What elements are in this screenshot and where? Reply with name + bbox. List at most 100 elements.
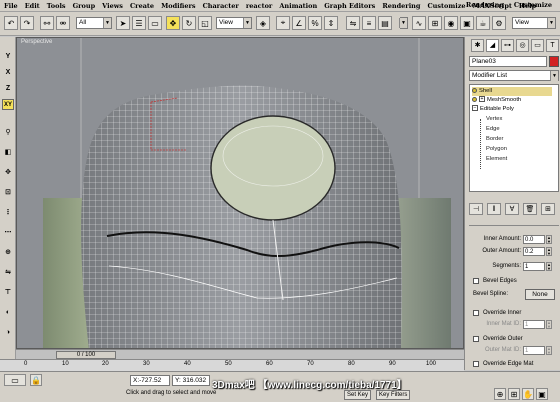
select-region-icon[interactable]: ▭ <box>148 16 162 30</box>
stack-item-editable-poly[interactable]: − Editable Poly <box>472 105 514 114</box>
hierarchy-tab-icon[interactable]: ⊶ <box>501 39 514 52</box>
configure-sets-icon[interactable]: ⊞ <box>541 203 555 215</box>
spinner-snap-icon[interactable]: ⇕ <box>324 16 338 30</box>
time-slider[interactable]: 0 / 100 <box>56 351 116 359</box>
stack-sub-element[interactable]: Element <box>486 155 507 164</box>
reference-coord-dropdown[interactable]: View ▼ <box>216 17 252 29</box>
unlink-icon[interactable]: ⚮ <box>56 16 70 30</box>
stack-item-shell[interactable]: Shell <box>472 87 552 96</box>
move-icon[interactable]: ✥ <box>166 16 180 30</box>
stack-sub-polygon[interactable]: Polygon <box>486 145 507 154</box>
move-tool-icon[interactable]: ✥ <box>2 167 14 178</box>
menu-tools[interactable]: Tools <box>47 2 66 10</box>
utilities-tab-icon[interactable]: T <box>546 39 559 52</box>
render-tool-icon[interactable]: ◑ <box>2 327 14 338</box>
render-setup-icon[interactable]: ▣ <box>460 16 474 30</box>
axis-x-button[interactable]: X <box>2 67 14 78</box>
zoom-icon[interactable]: ⊕ <box>494 388 506 400</box>
menu-customize-2[interactable]: Customize <box>514 1 552 9</box>
key-filters-button[interactable]: Key Filters <box>376 390 411 400</box>
angle-snap-icon[interactable]: ∠ <box>292 16 306 30</box>
segments-field[interactable]: 1 <box>523 262 545 271</box>
inner-mat-id-spinner-icon[interactable]: ▲ ▼ <box>546 320 552 329</box>
modifier-list-dropdown[interactable]: Modifier List ▼ <box>469 70 559 81</box>
align-tool-icon[interactable]: ⊤ <box>2 287 14 298</box>
outer-amount-field[interactable]: 0.2 <box>523 247 545 256</box>
motion-tab-icon[interactable]: ◎ <box>516 39 529 52</box>
rotate-icon[interactable]: ↻ <box>182 16 196 30</box>
lock-selection-icon[interactable]: 🔒 <box>30 374 42 386</box>
axis-xy-button[interactable]: XY <box>2 99 14 110</box>
collapse-icon[interactable]: − <box>472 105 478 112</box>
viewport-label[interactable]: Perspective <box>21 39 52 45</box>
pivot-icon[interactable]: ◈ <box>256 16 270 30</box>
layers-icon[interactable]: ◧ <box>2 147 14 158</box>
y-coordinate-field[interactable]: Y: 316.032 <box>172 375 210 386</box>
zoom-all-icon[interactable]: ⊞ <box>508 388 520 400</box>
snap-toggle-icon[interactable]: ⚲ <box>2 127 14 138</box>
render-type-dropdown[interactable]: View ▼ <box>512 17 556 29</box>
outer-mat-id-spinner-icon[interactable]: ▲ ▼ <box>546 346 552 355</box>
outer-amount-spinner-icon[interactable]: ▲ ▼ <box>546 247 552 256</box>
override-edge-checkbox[interactable] <box>473 361 479 367</box>
material-editor-icon[interactable]: ◉ <box>444 16 458 30</box>
menu-graph-editors[interactable]: Graph Editors <box>324 2 375 10</box>
select-object-icon[interactable]: ➤ <box>116 16 130 30</box>
menu-edit[interactable]: Edit <box>25 2 40 10</box>
redo-icon[interactable]: ↷ <box>20 16 34 30</box>
lightbulb-icon[interactable] <box>472 96 477 102</box>
stack-sub-border[interactable]: Border <box>486 135 503 144</box>
stack-sub-edge[interactable]: Edge <box>486 125 500 134</box>
menu-rendering[interactable]: Rendering <box>382 2 420 10</box>
track-bar[interactable]: 0 10 20 30 40 50 60 70 80 90 100 <box>0 359 464 371</box>
named-selection-arrow[interactable]: ▼ <box>399 17 408 29</box>
create-tab-icon[interactable]: ✱ <box>471 39 484 52</box>
mirror-tool-icon[interactable]: ⇋ <box>2 267 14 278</box>
display-tab-icon[interactable]: ▭ <box>531 39 544 52</box>
object-name-field[interactable]: Plane03 <box>469 56 547 67</box>
set-key-button[interactable]: Set Key <box>344 390 372 400</box>
make-unique-icon[interactable]: ∀ <box>505 203 519 215</box>
undo-icon[interactable]: ↶ <box>4 16 18 30</box>
maxscript-listener-icon[interactable]: ▭ <box>4 374 26 386</box>
maximize-viewport-icon[interactable]: ▣ <box>536 388 548 400</box>
menu-create[interactable]: Create <box>130 2 154 10</box>
scale-icon[interactable]: ◱ <box>198 16 212 30</box>
menu-file[interactable]: File <box>4 2 18 10</box>
snap-icon[interactable]: ⌖ <box>276 16 290 30</box>
keep-icon[interactable]: ⊡ <box>2 187 14 198</box>
link-icon[interactable]: ⚯ <box>40 16 54 30</box>
menu-animation[interactable]: Animation <box>279 2 317 10</box>
pin-stack-icon[interactable]: ⊣ <box>469 203 483 215</box>
selection-filter-dropdown[interactable]: All ▼ <box>76 17 112 29</box>
spacing-icon[interactable]: ⋯ <box>2 227 14 238</box>
stack-sub-vertex[interactable]: Vertex <box>486 115 502 124</box>
remove-modifier-icon[interactable]: 🗑 <box>523 203 537 215</box>
override-outer-checkbox[interactable] <box>473 336 479 342</box>
snapshot-icon[interactable]: ⊕ <box>2 247 14 258</box>
menu-views[interactable]: Views <box>102 2 123 10</box>
inner-mat-id-field[interactable]: 1 <box>523 320 545 329</box>
override-inner-checkbox[interactable] <box>473 310 479 316</box>
object-color-swatch[interactable] <box>549 56 559 67</box>
axis-y-button[interactable]: Y <box>2 51 14 62</box>
stack-item-meshsmooth[interactable]: + MeshSmooth <box>472 96 521 105</box>
select-by-name-icon[interactable]: ☰ <box>132 16 146 30</box>
menu-group[interactable]: Group <box>73 2 96 10</box>
align-icon[interactable]: ≡ <box>362 16 376 30</box>
layer-icon[interactable]: ▤ <box>378 16 392 30</box>
segments-spinner-icon[interactable]: ▲ ▼ <box>546 262 552 271</box>
x-coordinate-field[interactable]: X:-727.52 <box>130 375 170 386</box>
bevel-spline-button[interactable]: None <box>525 289 555 300</box>
percent-snap-icon[interactable]: % <box>308 16 322 30</box>
outer-mat-id-field[interactable]: 1 <box>523 346 545 355</box>
perspective-viewport[interactable]: Perspective <box>16 37 464 349</box>
menu-reactor[interactable]: reactor <box>246 2 273 10</box>
pan-icon[interactable]: ✋ <box>522 388 534 400</box>
menu-modifiers[interactable]: Modifiers <box>161 2 196 10</box>
quick-render-icon[interactable]: ☕ <box>476 16 490 30</box>
menu-character[interactable]: Character <box>203 2 239 10</box>
inner-amount-field[interactable]: 0.0 <box>523 235 545 244</box>
modify-tab-icon[interactable]: ◢ <box>486 39 499 52</box>
show-end-result-icon[interactable]: ‖ <box>487 203 501 215</box>
